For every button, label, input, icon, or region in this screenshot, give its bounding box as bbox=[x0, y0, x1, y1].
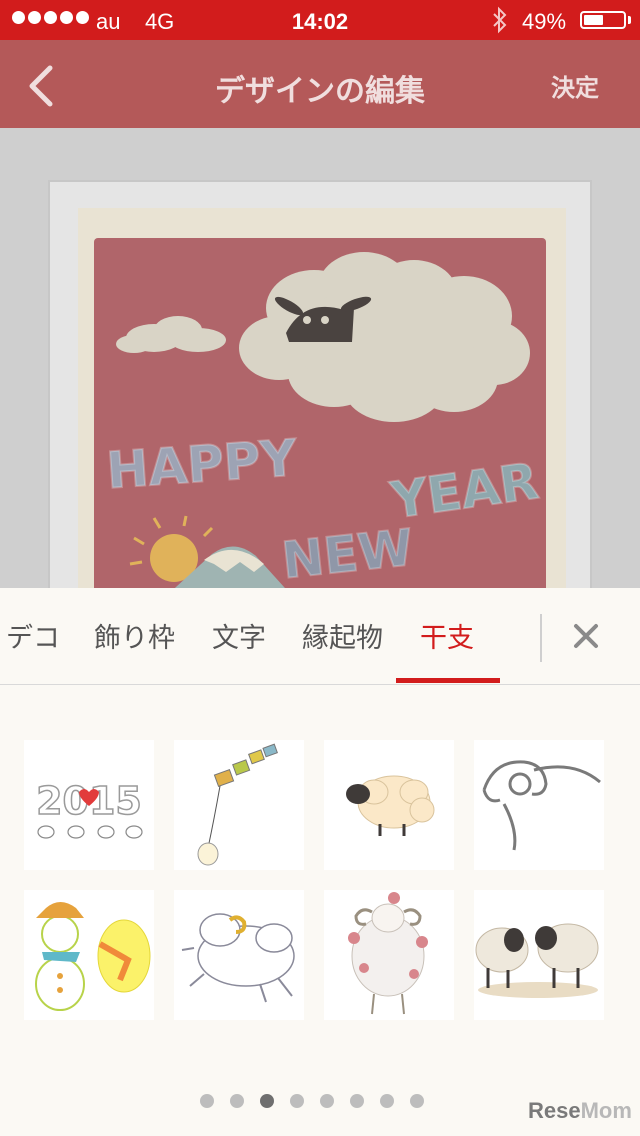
tab-text[interactable]: 文字 bbox=[212, 616, 266, 655]
new-year-card[interactable]: HAPPY NEW YEAR bbox=[78, 208, 566, 588]
tab-zodiac[interactable]: 干支 bbox=[420, 616, 474, 655]
status-bar: au 4G 14:02 49% bbox=[0, 0, 640, 40]
leaping-sheep-icon bbox=[181, 913, 295, 1003]
sticker-ram-ink[interactable] bbox=[474, 740, 604, 870]
sheep-2015-icon: 2015 bbox=[35, 778, 143, 839]
card-background: HAPPY NEW YEAR bbox=[94, 238, 546, 588]
sticker-category-tabs: デコ 飾り枠 文字 縁起物 干支 bbox=[0, 588, 640, 685]
done-button[interactable]: 決定 bbox=[530, 68, 620, 103]
sticker-leaping-sheep[interactable] bbox=[174, 890, 304, 1020]
close-icon bbox=[574, 624, 598, 648]
happy-text: HAPPY bbox=[105, 429, 299, 500]
battery-tip bbox=[628, 16, 631, 24]
snowman-sheep-icon bbox=[35, 902, 151, 1011]
sticker-sheep-kite[interactable] bbox=[174, 740, 304, 870]
tab-deco[interactable]: デコ bbox=[6, 616, 60, 655]
page-dot[interactable] bbox=[260, 1094, 274, 1108]
active-tab-indicator bbox=[396, 678, 500, 683]
nav-bar: デザインの編集 決定 bbox=[0, 40, 640, 128]
page-dot[interactable] bbox=[380, 1094, 394, 1108]
sticker-snowman-sheep[interactable] bbox=[24, 890, 154, 1020]
page-dot[interactable] bbox=[230, 1094, 244, 1108]
sticker-2015-sheep[interactable]: 2015 bbox=[24, 740, 154, 870]
sticker-fluffy-sheep[interactable] bbox=[324, 740, 454, 870]
small-cloud-icon bbox=[116, 316, 226, 353]
logo-prefix: Rese bbox=[528, 1098, 581, 1123]
page-dot[interactable] bbox=[200, 1094, 214, 1108]
sticker-two-sheep[interactable] bbox=[474, 890, 604, 1020]
ram-ink-icon bbox=[482, 760, 601, 851]
battery-icon bbox=[580, 11, 626, 29]
battery-percentage: 49% bbox=[522, 9, 567, 34]
resemom-logo: ReseMom bbox=[528, 1098, 632, 1124]
page-dot[interactable] bbox=[350, 1094, 364, 1108]
sticker-flower-ram[interactable] bbox=[324, 890, 454, 1020]
flower-ram-icon bbox=[348, 892, 428, 1015]
page-indicator bbox=[200, 1094, 424, 1108]
card-frame: HAPPY NEW YEAR bbox=[48, 180, 592, 588]
battery-fill bbox=[584, 15, 603, 25]
tab-frames[interactable]: 飾り枠 bbox=[94, 616, 175, 655]
year-text: YEAR bbox=[387, 452, 542, 530]
card-illustration: HAPPY NEW YEAR bbox=[104, 252, 543, 588]
sheep-kite-icon bbox=[197, 743, 278, 866]
tab-divider bbox=[540, 614, 542, 662]
sheep-cloud-icon bbox=[239, 252, 530, 422]
page-dot[interactable] bbox=[410, 1094, 424, 1108]
bluetooth-icon bbox=[493, 6, 507, 34]
design-preview: HAPPY NEW YEAR bbox=[0, 128, 640, 588]
tab-lucky-charms[interactable]: 縁起物 bbox=[302, 616, 383, 655]
two-sheep-icon bbox=[475, 923, 599, 998]
page-dot[interactable] bbox=[290, 1094, 304, 1108]
close-button[interactable] bbox=[566, 616, 606, 656]
fluffy-sheep-icon bbox=[346, 775, 435, 836]
page-dot[interactable] bbox=[320, 1094, 334, 1108]
logo-suffix: Mom bbox=[580, 1098, 632, 1123]
